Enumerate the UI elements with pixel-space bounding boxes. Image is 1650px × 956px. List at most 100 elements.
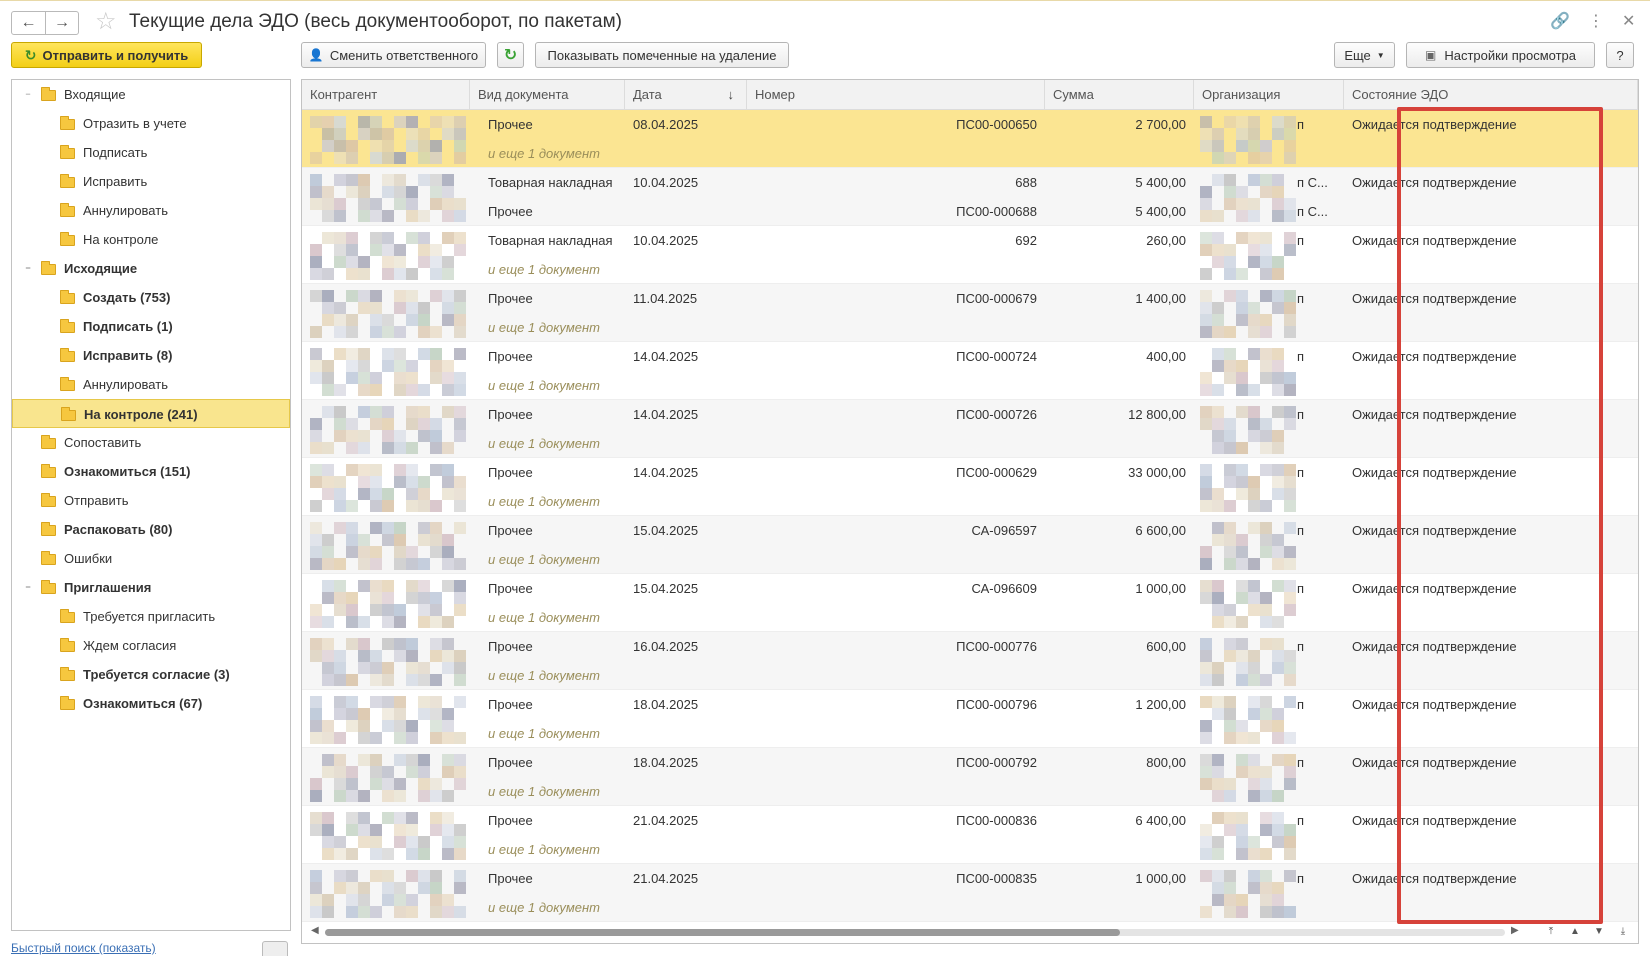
more-documents-label: и еще 1 документ — [488, 610, 600, 625]
more-documents-label: и еще 1 документ — [488, 262, 600, 277]
tree-item[interactable]: − Приглашения — [12, 573, 290, 602]
refresh-button[interactable]: ↻ — [497, 42, 524, 68]
column-header[interactable]: Состояние ЭДО — [1344, 80, 1638, 110]
tree-item-label: Аннулировать — [83, 203, 168, 218]
show-deleted-button[interactable]: Показывать помеченные на удаление — [535, 42, 789, 68]
tree-item[interactable]: Создать (753) — [12, 283, 290, 312]
folder-icon — [60, 174, 75, 188]
change-responsible-button[interactable]: 👤 Сменить ответственного — [301, 42, 486, 68]
tree-item[interactable]: Отразить в учете — [12, 109, 290, 138]
document-sum: 33 000,00 — [1128, 465, 1186, 480]
document-number: ПС00-000796 — [956, 697, 1037, 712]
tree-item[interactable]: Отправить — [12, 486, 290, 515]
tree-item[interactable]: − Исходящие — [12, 254, 290, 283]
organization-name: п — [1297, 871, 1305, 886]
sort-descending-icon[interactable]: ↓ — [728, 80, 735, 110]
document-number: ПС00-000836 — [956, 813, 1037, 828]
document-type: Прочее — [488, 291, 533, 306]
help-button[interactable]: ? — [1606, 42, 1634, 68]
document-type: Прочее — [488, 639, 533, 654]
tree-item-label: Исправить (8) — [83, 348, 173, 363]
organization-name: п — [1297, 291, 1305, 306]
avatar[interactable] — [262, 941, 288, 956]
more-documents-label: и еще 1 документ — [488, 900, 600, 915]
column-header[interactable]: Сумма — [1045, 80, 1194, 110]
tree-item[interactable]: Требуется согласие (3) — [12, 660, 290, 689]
view-settings-button[interactable]: ▣ Настройки просмотра — [1406, 42, 1595, 68]
quick-search-link[interactable]: Быстрый поиск (показать) — [11, 941, 156, 955]
column-header-label: Организация — [1202, 87, 1281, 102]
column-header[interactable]: Вид документа — [470, 80, 625, 110]
more-documents-label: и еще 1 документ — [488, 146, 600, 161]
document-number: ПС00-000724 — [956, 349, 1037, 364]
column-header[interactable]: Контрагент — [302, 80, 470, 110]
collapse-icon[interactable]: − — [23, 263, 33, 273]
document-number: ПС00-000726 — [956, 407, 1037, 422]
folder-icon — [41, 464, 56, 478]
document-date: 18.04.2025 — [633, 697, 699, 712]
page-down-icon[interactable]: ▼ — [1588, 922, 1610, 940]
favorite-star-icon[interactable]: ☆ — [95, 9, 117, 35]
scroll-to-top-icon[interactable]: ⤒ — [1540, 922, 1562, 940]
horizontal-scrollbar[interactable]: ◀ ▶ — [301, 924, 1521, 940]
document-date: 18.04.2025 — [633, 755, 699, 770]
document-sum: 1 000,00 — [1135, 581, 1186, 596]
tree-item[interactable]: Исправить — [12, 167, 290, 196]
tree-item[interactable]: Ознакомиться (67) — [12, 689, 290, 718]
document-type: Прочее — [488, 813, 533, 828]
document-type: Прочее — [488, 465, 533, 480]
more-menu-icon[interactable]: ⋮ — [1588, 11, 1604, 31]
folder-icon — [60, 145, 75, 159]
tree-item[interactable]: Исправить (8) — [12, 341, 290, 370]
column-header[interactable]: Номер — [747, 80, 1045, 110]
column-header[interactable]: Организация — [1194, 80, 1344, 110]
folder-icon — [60, 638, 75, 652]
tree-item[interactable]: Требуется пригласить — [12, 602, 290, 631]
document-type: Прочее — [488, 407, 533, 422]
collapse-icon[interactable]: − — [23, 582, 33, 592]
tree-item[interactable]: На контроле — [12, 225, 290, 254]
tree-item-label: Ждем согласия — [83, 638, 177, 653]
more-documents-label: и еще 1 документ — [488, 494, 600, 509]
forward-arrow-icon[interactable]: → — [45, 12, 78, 34]
back-arrow-icon[interactable]: ← — [12, 12, 45, 34]
title-bar: ← → ☆ Текущие дела ЭДО (весь документооб… — [0, 0, 1650, 44]
tree-item[interactable]: Аннулировать — [12, 370, 290, 399]
document-number: ПС00-000629 — [956, 465, 1037, 480]
organization-name: п — [1297, 523, 1305, 538]
tree-item-label: Исправить — [83, 174, 148, 189]
tree-item[interactable]: − Входящие — [12, 80, 290, 109]
column-header[interactable]: Дата ↓ — [625, 80, 747, 110]
more-documents-label: и еще 1 документ — [488, 726, 600, 741]
refresh-icon: ↻ — [503, 47, 518, 64]
tree-item[interactable]: Аннулировать — [12, 196, 290, 225]
scroll-right-icon[interactable]: ▶ — [1511, 925, 1519, 936]
scroll-thumb[interactable] — [325, 929, 1120, 936]
close-icon[interactable]: ✕ — [1622, 11, 1635, 31]
tree-item[interactable]: Распаковать (80) — [12, 515, 290, 544]
document-type: Прочее — [488, 117, 533, 132]
tree-item[interactable]: На контроле (241) — [12, 399, 290, 428]
tree-item[interactable]: Ждем согласия — [12, 631, 290, 660]
scroll-left-icon[interactable]: ◀ — [311, 925, 319, 936]
tree-item[interactable]: Подписать — [12, 138, 290, 167]
page-up-icon[interactable]: ▲ — [1564, 922, 1586, 940]
document-number: 688 — [1015, 175, 1037, 190]
more-dropdown-button[interactable]: Еще ▼ — [1334, 42, 1395, 68]
tree-item[interactable]: Подписать (1) — [12, 312, 290, 341]
tree-item-label: Подписать — [83, 145, 148, 160]
tree-item[interactable]: Ошибки — [12, 544, 290, 573]
link-icon[interactable]: 🔗 — [1550, 11, 1570, 31]
document-number: ПС00-000688 — [956, 204, 1037, 219]
folder-icon — [60, 290, 75, 304]
collapse-icon[interactable]: − — [23, 89, 33, 99]
folder-icon — [60, 667, 75, 681]
tree-item[interactable]: Ознакомиться (151) — [12, 457, 290, 486]
scroll-to-bottom-icon[interactable]: ⤓ — [1612, 922, 1634, 940]
tree-item[interactable]: Сопоставить — [12, 428, 290, 457]
send-receive-button[interactable]: ↻ Отправить и получить — [11, 42, 202, 68]
user-swap-icon: 👤 — [308, 48, 324, 62]
document-date: 14.04.2025 — [633, 407, 699, 422]
folder-icon — [60, 203, 75, 217]
folder-icon — [41, 435, 56, 449]
